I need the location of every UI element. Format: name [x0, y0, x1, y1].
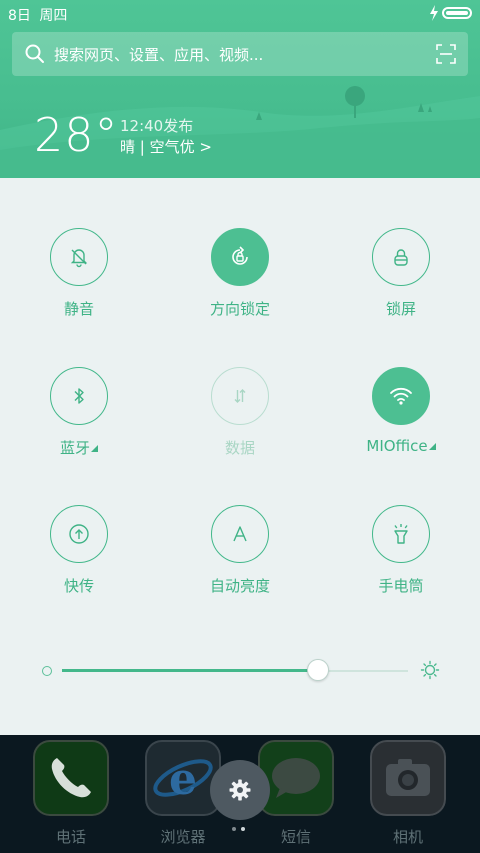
auto-brightness-icon	[233, 526, 247, 542]
toggle-auto-brightness-button[interactable]	[211, 505, 269, 563]
home-dock: 电话 e 浏览器 短信 相机	[0, 735, 480, 853]
toggle-bluetooth-text: 蓝牙	[59, 439, 90, 457]
toggle-bluetooth[interactable]: 蓝牙	[19, 367, 139, 477]
rotation-lock-icon	[232, 246, 248, 265]
bell-off-icon	[70, 249, 88, 268]
search-bar[interactable]: 搜索网页、设置、应用、视频...	[12, 32, 468, 76]
toggle-flashlight-label: 手电筒	[378, 577, 424, 595]
toggle-silent-label: 静音	[63, 300, 94, 318]
dock-app-phone-label: 电话	[55, 828, 86, 846]
toggle-bluetooth-button[interactable]	[50, 367, 108, 425]
toggle-wifi-text: MIOffice	[366, 437, 428, 455]
brightness-fill	[62, 669, 319, 672]
settings-button[interactable]	[210, 760, 270, 820]
camera-icon[interactable]	[370, 740, 446, 816]
toggle-silent-button[interactable]	[50, 228, 108, 286]
dock-app-camera-label: 相机	[392, 828, 423, 846]
quick-settings-panel: 静音 方向锁定 锁屏 蓝牙 数据 MIOffice 快传 自动亮度 手电筒	[0, 178, 480, 735]
weather-published-time: 12:40发布	[120, 117, 194, 135]
toggle-mobile-data-label: 数据	[224, 439, 255, 457]
brightness-low-icon	[42, 666, 52, 676]
brightness-slider[interactable]	[0, 656, 480, 686]
bluetooth-menu-indicator-icon[interactable]	[91, 445, 98, 452]
phone-icon[interactable]	[33, 740, 109, 816]
gear-icon	[229, 779, 251, 801]
wifi-menu-indicator-icon[interactable]	[428, 443, 436, 450]
battery-icon	[442, 7, 472, 19]
toggle-bluetooth-label: 蓝牙	[19, 437, 139, 458]
dock-app-messages-label: 短信	[280, 828, 311, 846]
toggle-rotation-lock-button[interactable]	[211, 228, 269, 286]
toggle-quick-share-label: 快传	[63, 577, 94, 595]
browser-icon[interactable]: e	[145, 740, 221, 816]
notification-header: 8日 周四 搜索网页、设置、应用、视频... 28° 12:40发布 晴 | 空…	[0, 0, 480, 178]
search-placeholder[interactable]: 搜索网页、设置、应用、视频...	[54, 44, 263, 65]
toggle-auto-brightness-label: 自动亮度	[209, 577, 270, 595]
status-date: 8日	[8, 8, 31, 24]
svg-text:e: e	[169, 754, 197, 805]
toggle-flashlight-button[interactable]	[372, 505, 430, 563]
dock-app-camera[interactable]: 相机	[368, 740, 448, 850]
toggle-quick-share-button[interactable]	[50, 505, 108, 563]
toggle-mobile-data[interactable]: 数据	[180, 367, 300, 477]
page-dot	[241, 827, 245, 831]
toggle-wifi[interactable]: MIOffice	[341, 367, 461, 477]
dock-app-phone[interactable]: 电话	[31, 740, 111, 850]
lock-icon	[394, 249, 408, 266]
toggle-wifi-button[interactable]	[372, 367, 430, 425]
toggle-mobile-data-button[interactable]	[211, 367, 269, 425]
wifi-icon	[390, 387, 412, 405]
toggle-quick-share[interactable]: 快传	[19, 505, 139, 615]
dock-app-browser-label: 浏览器	[160, 828, 206, 846]
share-upload-icon	[69, 524, 89, 544]
toggle-lock-screen[interactable]: 锁屏	[341, 228, 461, 338]
bluetooth-icon	[74, 388, 84, 404]
status-bar: 8日 周四	[0, 0, 480, 28]
toggle-rotation-lock[interactable]: 方向锁定	[180, 228, 300, 338]
toggle-auto-brightness[interactable]: 自动亮度	[180, 505, 300, 615]
toggle-rotation-lock-label: 方向锁定	[209, 300, 270, 318]
page-indicator	[232, 827, 252, 833]
status-weekday: 周四	[39, 8, 68, 24]
toggle-lock-screen-label: 锁屏	[385, 300, 416, 318]
scan-icon[interactable]	[436, 44, 456, 64]
temperature[interactable]: 28°	[34, 108, 119, 162]
mobile-data-icon	[234, 389, 246, 403]
message-icon[interactable]	[258, 740, 334, 816]
toggle-silent[interactable]: 静音	[19, 228, 139, 338]
page-dot	[232, 827, 236, 831]
brightness-high-icon	[420, 660, 440, 680]
toggle-lock-screen-button[interactable]	[372, 228, 430, 286]
toggle-wifi-label: MIOffice	[341, 437, 461, 455]
flashlight-icon	[394, 524, 408, 544]
weather-condition[interactable]: 晴 | 空气优 >	[120, 136, 212, 157]
toggle-flashlight[interactable]: 手电筒	[341, 505, 461, 615]
brightness-thumb[interactable]	[307, 659, 330, 681]
search-icon	[25, 44, 44, 63]
charging-icon	[430, 5, 438, 21]
